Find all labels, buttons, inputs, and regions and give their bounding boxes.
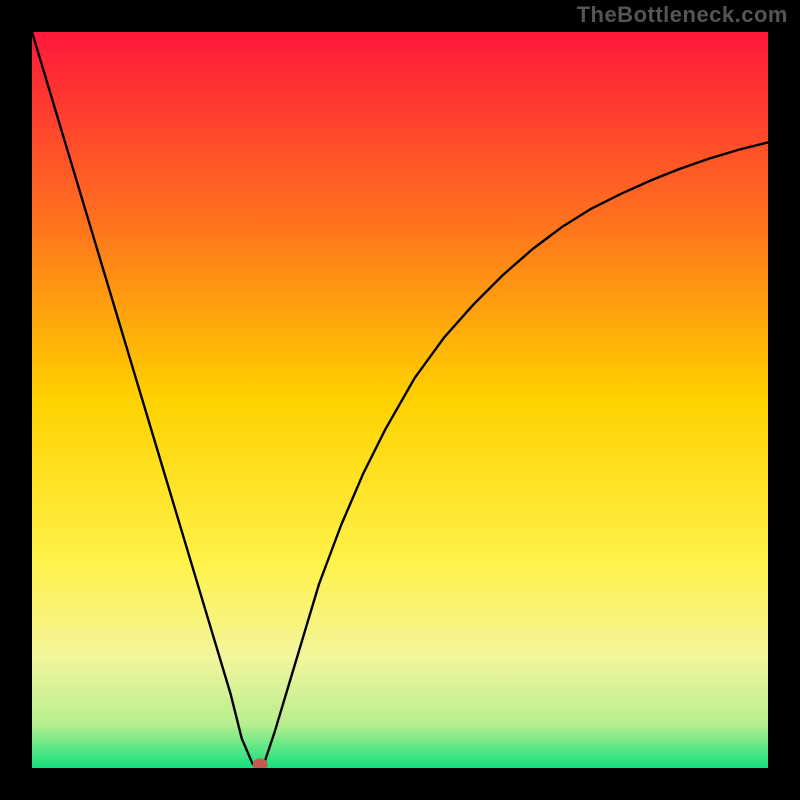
- chart-frame: TheBottleneck.com: [0, 0, 800, 800]
- plot-area: [32, 32, 768, 768]
- watermark-text: TheBottleneck.com: [577, 2, 788, 28]
- optimum-marker: [253, 759, 267, 768]
- chart-svg: [32, 32, 768, 768]
